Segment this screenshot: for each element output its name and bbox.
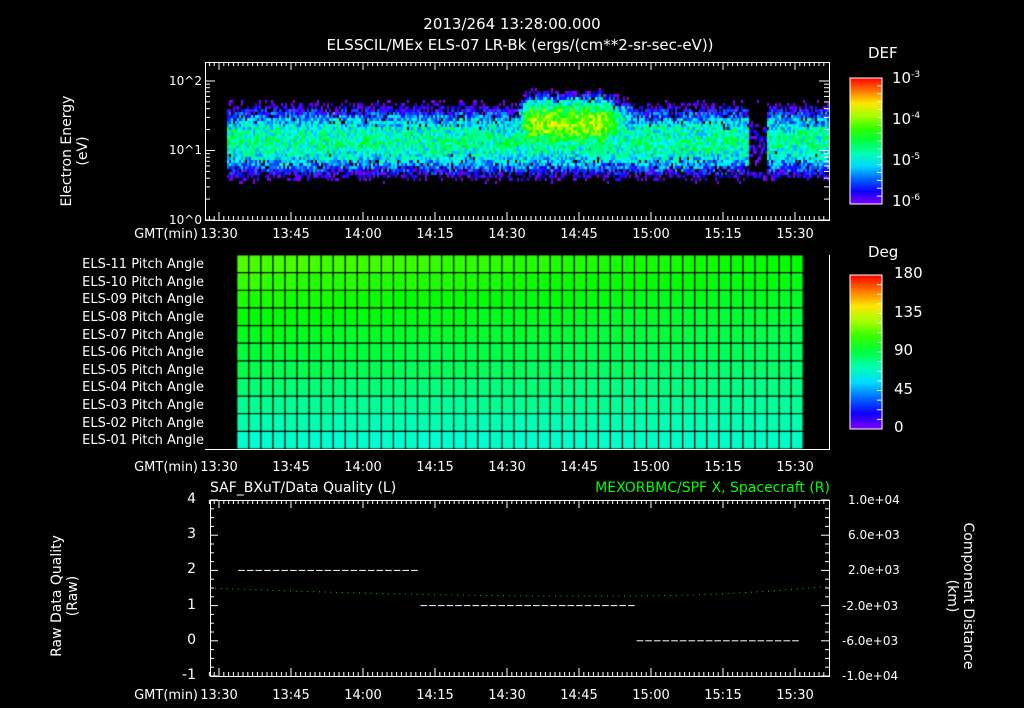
deg-colorbar-tick: 180 (894, 264, 923, 282)
deg-colorbar-tick: 0 (894, 418, 904, 436)
time-tick-label: 14:30 (488, 688, 526, 703)
time-tick-label: 14:45 (560, 688, 598, 703)
left-y-tick-label: 3 (187, 526, 196, 543)
pitch-angle-heatmap (205, 255, 829, 449)
deg-colorbar-label: Deg (868, 243, 899, 261)
pitch-angle-row-label: ELS-09 Pitch Angle (82, 292, 204, 308)
time-tick-label: 15:30 (776, 227, 814, 242)
time-tick-label: 14:45 (560, 227, 598, 242)
spectrogram-frame (205, 62, 830, 221)
right-y-tick-label: 1.0e+04 (848, 493, 900, 507)
right-series-title: MEXORBMC/SPF X, Spacecraft (R) (595, 480, 830, 496)
time-tick-label: 15:30 (776, 688, 814, 703)
time-tick-label: 13:45 (272, 460, 310, 475)
time-tick-label: 13:30 (200, 227, 238, 242)
left-y-tick-label: -1 (182, 667, 196, 683)
pitch-angle-row-label: ELS-10 Pitch Angle (82, 274, 204, 290)
time-tick-label: 15:15 (704, 460, 742, 475)
left-y-tick-label: 1 (187, 596, 196, 613)
energy-tick-label-10: 10^1 (169, 143, 202, 157)
right-y-tick-label: 2.0e+03 (848, 563, 900, 578)
time-axis-label: GMT(min) (134, 227, 198, 242)
pitch-angle-row-label: ELS-08 Pitch Angle (82, 309, 204, 325)
pitch-angle-row-label: ELS-06 Pitch Angle (82, 345, 204, 361)
distance-axis-label: Component Distance (km) (944, 516, 976, 676)
time-tick-label: 15:15 (704, 227, 742, 242)
right-y-tick-label: -2.0e+03 (842, 598, 899, 613)
pitch-angle-row-label: ELS-01 Pitch Angle (82, 433, 204, 449)
timeseries-frame (210, 500, 830, 677)
def-colorbar-tick: 10-3 (892, 69, 921, 87)
time-axis-label: GMT(min) (134, 688, 198, 703)
time-tick-label: 13:45 (272, 227, 310, 242)
data-quality-axis-label: Raw Data Quality (Raw) (49, 531, 81, 661)
pitch-angle-row-label: ELS-05 Pitch Angle (82, 362, 204, 378)
time-axis-label: GMT(min) (134, 460, 198, 475)
time-tick-label: 15:00 (632, 227, 670, 242)
pitch-angle-row-label: ELS-11 Pitch Angle (82, 257, 204, 272)
time-tick-label: 14:15 (416, 460, 454, 475)
time-tick-label: 15:15 (704, 688, 742, 703)
data-quality-axis-units: (Raw) (65, 575, 81, 617)
def-colorbar-tick: 10-5 (892, 151, 921, 169)
distance-axis-title: Component Distance (960, 522, 976, 670)
left-y-tick-label: 2 (187, 561, 196, 578)
time-tick-label: 14:15 (416, 688, 454, 703)
time-tick-label: 14:00 (344, 227, 382, 242)
def-colorbar-tick: 10-6 (892, 192, 921, 210)
time-tick-label: 15:00 (632, 688, 670, 703)
pitch-angle-row-label: ELS-03 Pitch Angle (82, 398, 204, 414)
time-tick-label: 13:30 (200, 688, 238, 703)
distance-axis-units: (km) (944, 579, 960, 613)
deg-colorbar-tick: 135 (894, 302, 923, 321)
time-tick-label: 14:00 (344, 688, 382, 703)
time-tick-label: 13:45 (272, 688, 310, 703)
def-colorbar-label: DEF (868, 44, 898, 62)
data-quality-axis-title: Raw Data Quality (49, 535, 65, 657)
time-tick-label: 15:30 (776, 460, 814, 475)
energy-tick-label-1: 10^0 (169, 213, 202, 227)
time-tick-label: 15:00 (632, 460, 670, 475)
def-colorbar-tick: 10-4 (892, 110, 921, 128)
time-tick-label: 14:30 (488, 460, 526, 475)
left-y-tick-label: 4 (187, 491, 196, 507)
right-y-tick-label: -1.0e+04 (842, 669, 899, 683)
right-y-tick-label: -6.0e+03 (842, 633, 899, 648)
pitch-angle-row-label: ELS-02 Pitch Angle (82, 415, 204, 431)
time-tick-label: 13:30 (200, 460, 238, 475)
deg-colorbar-tick: 90 (894, 341, 914, 359)
time-tick-label: 14:15 (416, 227, 454, 242)
time-tick-label: 14:45 (560, 460, 598, 475)
time-tick-label: 14:00 (344, 460, 382, 475)
energy-tick-label-100: 10^2 (169, 74, 202, 88)
pitch-angle-row-label: ELS-04 Pitch Angle (82, 380, 204, 396)
deg-colorbar-tick: 45 (894, 379, 914, 398)
left-y-tick-label: 0 (187, 631, 196, 648)
pitch-angle-row-label: ELS-07 Pitch Angle (82, 327, 204, 343)
time-tick-label: 14:30 (488, 227, 526, 242)
right-y-tick-label: 6.0e+03 (848, 528, 900, 543)
left-series-title: SAF_BXuT/Data Quality (L) (210, 480, 397, 496)
